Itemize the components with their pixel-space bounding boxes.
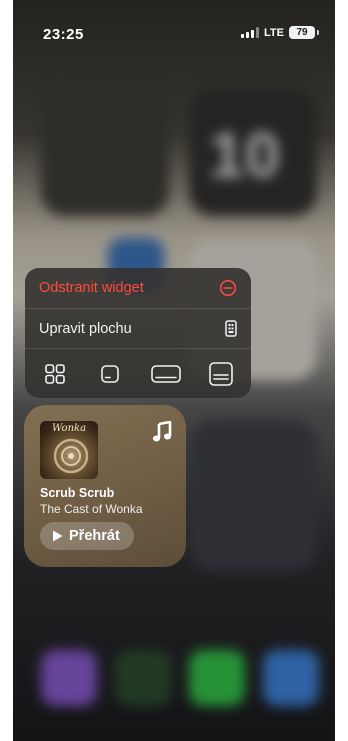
album-artwork: Wonka (40, 421, 98, 479)
network-type: LTE (264, 26, 284, 39)
play-label: Přehrát (69, 528, 120, 544)
small-widget-icon (101, 364, 120, 383)
size-option-large[interactable] (201, 354, 241, 394)
phone-screen: 10 23:25 LTE 79 Odstranit widget Upravit… (13, 0, 335, 741)
remove-widget-button[interactable]: Odstranit widget (25, 268, 251, 308)
phone-icon (225, 320, 237, 337)
size-option-medium[interactable] (146, 354, 186, 394)
battery-tip (317, 30, 319, 35)
battery-icon: 79 (289, 26, 315, 39)
status-indicators: LTE 79 (241, 26, 319, 39)
remove-widget-label: Odstranit widget (39, 280, 144, 296)
size-option-small[interactable] (90, 354, 130, 394)
widget-context-menu: Odstranit widget Upravit plochu (25, 268, 251, 398)
signal-icon (241, 27, 260, 38)
widget-size-options (25, 348, 251, 398)
grid-icon (45, 363, 65, 384)
large-widget-icon (209, 361, 233, 386)
medium-widget-icon (150, 364, 181, 383)
play-button[interactable]: Přehrát (40, 522, 134, 550)
status-time: 23:25 (43, 26, 84, 43)
song-title: Scrub Scrub (40, 486, 115, 500)
album-swirl-graphic (53, 438, 89, 474)
music-widget[interactable]: Wonka Scrub Scrub The Cast of Wonka Přeh… (24, 405, 186, 567)
play-icon (53, 530, 63, 542)
music-note-icon (152, 421, 172, 442)
artist-name: The Cast of Wonka (40, 502, 143, 516)
size-option-small-grid[interactable] (35, 354, 75, 394)
edit-home-screen-button[interactable]: Upravit plochu (25, 308, 251, 348)
minus-circle-icon (219, 279, 237, 297)
edit-home-screen-label: Upravit plochu (39, 320, 132, 337)
